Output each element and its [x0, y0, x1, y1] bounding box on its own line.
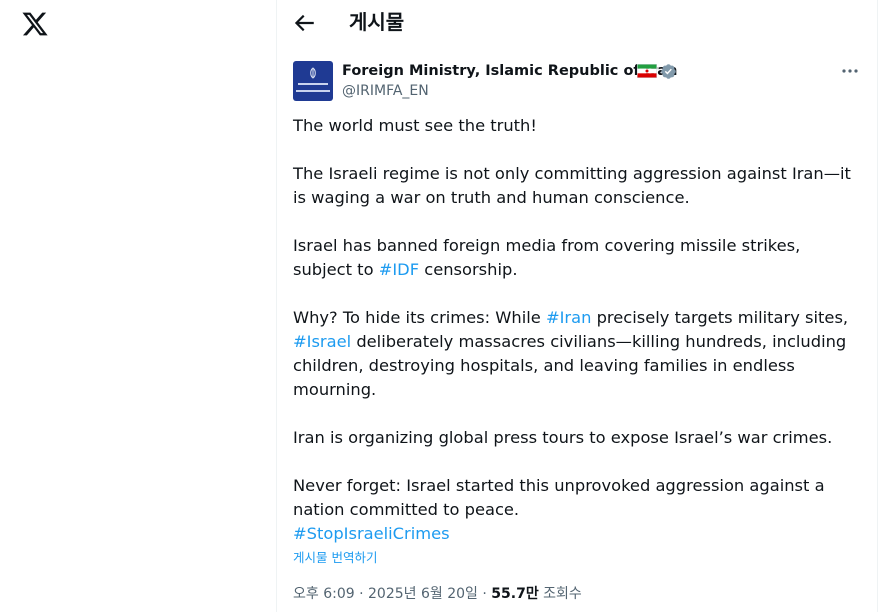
header: 게시물: [277, 0, 877, 46]
emblem-icon: [310, 67, 316, 79]
hashtag-link[interactable]: #StopIsraeliCrimes: [293, 522, 450, 546]
page-title: 게시물: [349, 10, 405, 34]
timestamp-date[interactable]: 2025년 6월 20일: [368, 586, 478, 602]
tweet-paragraph: The Israeli regime is not only committin…: [293, 164, 851, 207]
text-segment: Why? To hide its crimes: While: [293, 308, 546, 327]
left-nav: [0, 0, 276, 612]
tweet-paragraph: The world must see the truth!: [293, 116, 537, 135]
timestamp-time[interactable]: 오후 6:09: [293, 586, 355, 602]
avatar[interactable]: [293, 61, 333, 101]
post-column: 게시물 Foreign Ministry, Islamic Republic o…: [276, 0, 878, 612]
tweet-paragraph: Why? To hide its crimes: While #Iran pre…: [293, 306, 863, 402]
avatar-text-line: [296, 90, 330, 92]
author-name[interactable]: Foreign Ministry, Islamic Republic of Ir…: [342, 62, 677, 80]
separator: ·: [354, 586, 369, 602]
back-arrow-icon[interactable]: [291, 10, 317, 36]
x-logo-icon[interactable]: [21, 10, 49, 38]
view-count: 55.7만: [491, 586, 539, 602]
verified-badge-icon[interactable]: [660, 63, 677, 80]
tweet-text: The world must see the truth! The Israel…: [293, 114, 863, 546]
avatar-text-line: [298, 83, 328, 85]
hashtag-link[interactable]: #IDF: [379, 260, 419, 279]
separator: ·: [477, 586, 492, 602]
text-segment: deliberately massacres civilians—killing…: [293, 332, 847, 399]
translate-link[interactable]: 게시물 번역하기: [293, 549, 377, 567]
hashtag-link[interactable]: #Israel: [293, 332, 351, 351]
more-icon[interactable]: [840, 63, 860, 79]
iran-flag-icon: [637, 64, 657, 78]
author-handle[interactable]: @IRIMFA_EN: [342, 82, 429, 100]
hashtag-link[interactable]: #Iran: [546, 308, 591, 327]
tweet-meta: 오후 6:09 · 2025년 6월 20일 · 55.7만 조회수: [293, 584, 582, 604]
tweet-paragraph: Iran is organizing global press tours to…: [293, 428, 833, 447]
text-segment: Israel has banned foreign media from cov…: [293, 236, 801, 279]
tweet-paragraph: Israel has banned foreign media from cov…: [293, 234, 863, 282]
text-segment: precisely targets military sites,: [591, 308, 849, 327]
text-segment: censorship.: [419, 260, 518, 279]
view-label: 조회수: [538, 586, 582, 602]
tweet-paragraph: Never forget: Israel started this unprov…: [293, 476, 825, 519]
